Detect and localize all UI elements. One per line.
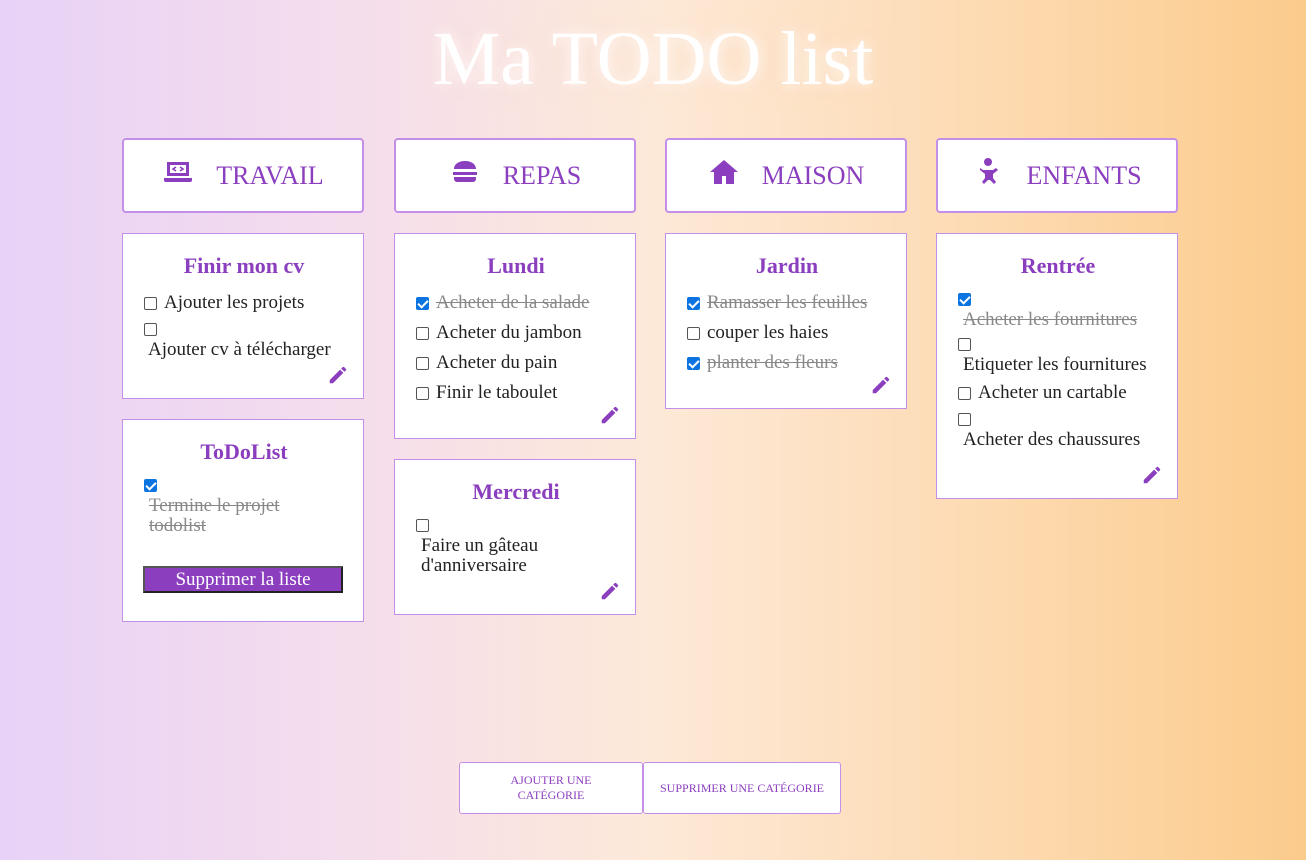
todo-checkbox[interactable] (416, 356, 429, 370)
todo-item: Faire un gâteau d'anniversaire (415, 519, 617, 576)
edit-pencil-icon[interactable] (870, 374, 892, 396)
delete-category-button[interactable]: SUPPRIMER UNE CATÉGORIE (643, 762, 841, 814)
todo-text: Etiqueter les fournitures (963, 354, 1147, 375)
todo-item: planter des fleurs (686, 353, 888, 373)
todo-card: ToDoList Termine le projet todolist Supp… (122, 419, 364, 622)
todo-text: Acheter un cartable (978, 382, 1127, 403)
todo-card: Finir mon cv Ajouter les projets Ajouter… (122, 233, 364, 399)
todo-text: Ramasser les feuilles (707, 292, 868, 313)
card-title: Mercredi (472, 479, 560, 504)
todo-item: Acheter un cartable (957, 383, 1159, 403)
todo-checkbox[interactable] (958, 293, 971, 306)
todo-checkbox[interactable] (416, 519, 429, 532)
category-actions: AJOUTER UNE CATÉGORIE SUPPRIMER UNE CATÉ… (459, 762, 841, 814)
todo-checkbox[interactable] (687, 356, 700, 370)
burger-icon (449, 156, 481, 195)
category-column-repas: REPAS Lundi Acheter de la salade Acheter… (394, 138, 636, 615)
todo-checkbox[interactable] (958, 338, 971, 351)
todo-text: Termine le projet todolist (149, 495, 280, 536)
todo-text: Acheter les fournitures (963, 309, 1138, 330)
todo-text: Ajouter les projets (164, 292, 305, 313)
todo-item: Ramasser les feuilles (686, 293, 888, 313)
edit-pencil-icon[interactable] (599, 404, 621, 426)
todo-text: planter des fleurs (707, 352, 838, 373)
house-icon (708, 156, 740, 195)
todo-checkbox[interactable] (416, 296, 429, 310)
todo-checkbox[interactable] (958, 386, 971, 400)
todo-text: couper les haies (707, 322, 829, 343)
card-title: Rentrée (1020, 253, 1096, 278)
category-button-repas[interactable]: REPAS (394, 138, 636, 213)
delete-list-button[interactable]: Supprimer la liste (143, 566, 343, 593)
todo-checkbox[interactable] (144, 323, 157, 336)
card-title: Jardin (755, 253, 819, 278)
todo-checkbox[interactable] (687, 326, 700, 340)
todo-item: Ajouter cv à télécharger (143, 323, 345, 360)
laptop-code-icon (162, 156, 194, 195)
todo-item: Acheter des chaussures (957, 413, 1159, 450)
category-label: TRAVAIL (216, 160, 324, 190)
todo-checkbox[interactable] (144, 479, 157, 492)
todo-card: Jardin Ramasser les feuilles couper les … (665, 233, 907, 409)
todo-checkbox[interactable] (416, 326, 429, 340)
category-label: REPAS (502, 160, 582, 190)
todo-checkbox[interactable] (416, 386, 429, 400)
category-button-maison[interactable]: MAISON (665, 138, 907, 213)
todo-item: Ajouter les projets (143, 293, 345, 313)
category-column-maison: MAISON Jardin Ramasser les feuilles coup… (665, 138, 907, 409)
todo-checkbox[interactable] (958, 413, 971, 426)
todo-text: Acheter du pain (436, 352, 558, 373)
todo-checkbox[interactable] (687, 296, 700, 310)
todo-item: Finir le taboulet (415, 383, 617, 403)
todo-item: Acheter du pain (415, 353, 617, 373)
baby-icon (972, 156, 1004, 195)
todo-card: Mercredi Faire un gâteau d'anniversaire (394, 459, 636, 615)
todo-item: Etiqueter les fournitures (957, 338, 1159, 375)
card-title: Lundi (487, 253, 545, 278)
todo-text: Finir le taboulet (436, 382, 558, 403)
edit-pencil-icon[interactable] (599, 580, 621, 602)
todo-text: Ajouter cv à télécharger (148, 339, 331, 360)
category-button-enfants[interactable]: ENFANTS (936, 138, 1178, 213)
todo-checkbox[interactable] (144, 296, 157, 310)
category-column-travail: TRAVAIL Finir mon cv Ajouter les projets… (122, 138, 364, 622)
category-label: ENFANTS (1026, 160, 1142, 190)
todo-text: Acheter des chaussures (963, 429, 1141, 450)
todo-item: Acheter les fournitures (957, 293, 1159, 330)
category-button-travail[interactable]: TRAVAIL (122, 138, 364, 213)
edit-pencil-icon[interactable] (327, 364, 349, 386)
category-column-enfants: ENFANTS Rentrée Acheter les fournitures … (936, 138, 1178, 499)
add-category-button[interactable]: AJOUTER UNE CATÉGORIE (459, 762, 643, 814)
card-title: Finir mon cv (183, 253, 305, 278)
todo-text: Faire un gâteau d'anniversaire (421, 535, 539, 576)
todo-card: Rentrée Acheter les fournitures Etiquete… (936, 233, 1178, 499)
todo-item: couper les haies (686, 323, 888, 343)
todo-item: Acheter de la salade (415, 293, 617, 313)
todo-text: Acheter de la salade (436, 292, 590, 313)
page-title: Ma TODO list (432, 17, 874, 101)
card-title: ToDoList (200, 439, 288, 464)
category-label: MAISON (761, 160, 865, 190)
todo-card: Lundi Acheter de la salade Acheter du ja… (394, 233, 636, 439)
todo-text: Acheter du jambon (436, 322, 582, 343)
edit-pencil-icon[interactable] (1141, 464, 1163, 486)
todo-item: Termine le projet todolist (143, 479, 345, 536)
todo-item: Acheter du jambon (415, 323, 617, 343)
